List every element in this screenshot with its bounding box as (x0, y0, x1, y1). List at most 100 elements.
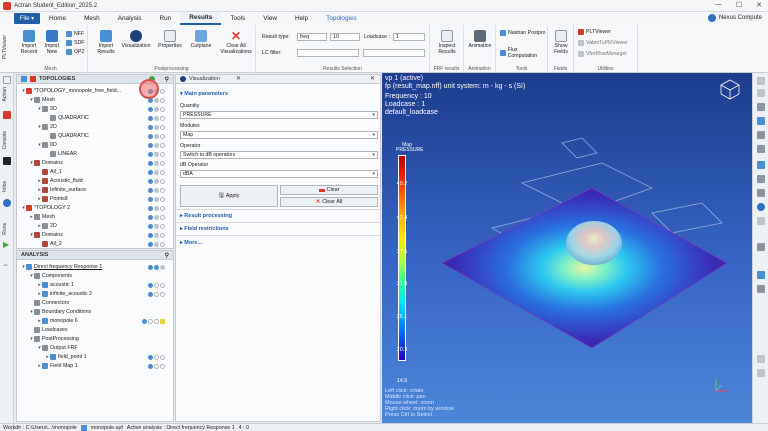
visibility-dot-icon[interactable] (148, 291, 153, 297)
visibility-dot-icon[interactable] (154, 214, 159, 220)
visibility-toggles[interactable] (148, 169, 165, 175)
visibility-dot-icon[interactable] (154, 178, 159, 184)
visibility-dot-icon[interactable] (154, 196, 159, 202)
tab-close-icon[interactable]: ✕ (236, 75, 241, 82)
tree-item[interactable]: ▸ field_point 1 (17, 353, 173, 361)
tree-item[interactable]: LINEAR (17, 150, 173, 158)
link-icon[interactable]: ⇔ (2, 262, 9, 269)
visibility-dot-icon[interactable] (148, 115, 153, 121)
tab-topologies[interactable]: Topologies (317, 12, 366, 25)
visibility-dot-icon[interactable] (154, 151, 159, 157)
visibility-dot-icon[interactable] (160, 97, 165, 103)
visibility-dot-icon[interactable] (160, 264, 165, 270)
visibility-dot-icon[interactable] (160, 205, 165, 211)
visibility-dot-icon[interactable] (142, 318, 147, 324)
layout-icon[interactable] (757, 271, 765, 279)
grid-icon[interactable] (757, 243, 765, 251)
visibility-dot-icon[interactable] (154, 124, 159, 130)
vtab-runs[interactable]: Runs (2, 223, 8, 235)
visibility-dot-icon[interactable] (154, 318, 159, 324)
visibility-dot-icon[interactable] (148, 264, 153, 270)
visibility-toggles[interactable] (148, 142, 165, 148)
visibility-toggles[interactable] (148, 160, 165, 166)
animation-button[interactable]: Animation (466, 30, 494, 49)
tab-mesh[interactable]: Mesh (75, 12, 109, 25)
lc-filter-input[interactable] (363, 49, 425, 57)
tab-home[interactable]: Home (40, 12, 75, 25)
front-view-icon[interactable] (757, 117, 765, 125)
show-fields-button[interactable]: Show Fields (550, 30, 572, 55)
operator-select[interactable]: Switch to dB operators (180, 151, 378, 159)
3d-viewport[interactable]: vp 1 (active) fp (result_map.nff) unit s… (382, 73, 752, 423)
visibility-dot-icon[interactable] (160, 187, 165, 193)
loadcase-select[interactable]: 1 (393, 33, 425, 41)
visibility-dot-icon[interactable] (154, 241, 159, 247)
lc-filter-select[interactable] (297, 49, 359, 57)
collapse-icon[interactable] (757, 369, 765, 377)
visibility-dot-icon[interactable] (154, 223, 159, 229)
inspect-results-button[interactable]: Inspect Results (432, 30, 462, 55)
close-icon[interactable]: ✕ (756, 1, 762, 9)
visibility-dot-icon[interactable] (160, 232, 165, 238)
expand-icon[interactable] (757, 355, 765, 363)
visibility-dot-icon[interactable] (160, 196, 165, 202)
visibility-toggles[interactable] (148, 232, 165, 238)
apply-button[interactable]: 🖫 Apply (180, 185, 278, 207)
visibility-dot-icon[interactable] (160, 223, 165, 229)
tree-item[interactable]: QUADRATIC (17, 114, 173, 122)
view-cube-icon[interactable] (718, 77, 742, 101)
visibility-dot-icon[interactable] (148, 205, 153, 211)
visibility-dot-icon[interactable] (148, 133, 153, 139)
visibility-toggles[interactable] (148, 178, 165, 184)
result-type-select[interactable]: freq (297, 33, 327, 41)
visualization-button[interactable]: Visualization (121, 30, 151, 49)
visibility-dot-icon[interactable] (154, 97, 159, 103)
nff-button[interactable]: NFF (66, 31, 84, 37)
visibility-dot-icon[interactable] (154, 115, 159, 121)
visibility-dot-icon[interactable] (148, 363, 153, 369)
visualization-tab[interactable]: Visualization ✕ ✕ (176, 75, 380, 84)
tree-item[interactable]: All_2 (17, 240, 173, 248)
zoom-icon[interactable] (757, 189, 765, 197)
maximize-icon[interactable]: ☐ (736, 1, 742, 9)
visibility-dot-icon[interactable] (154, 291, 159, 297)
tab-analysis[interactable]: Analysis (109, 12, 151, 25)
visibility-dot-icon[interactable] (148, 169, 153, 175)
pltviewer-icon[interactable] (3, 76, 11, 84)
visibility-dot-icon[interactable] (154, 264, 159, 270)
visibility-dot-icon[interactable] (160, 241, 165, 247)
visibility-dot-icon[interactable] (160, 115, 165, 121)
visibility-toggles[interactable] (148, 151, 165, 157)
import-recent-button[interactable]: Import Recent (18, 30, 40, 55)
pltviewer-button[interactable]: PLTViewer (578, 29, 611, 35)
visibility-toggles[interactable] (148, 223, 165, 229)
visibility-toggles[interactable] (148, 291, 165, 297)
tree-item[interactable]: ▾ Components (17, 272, 173, 280)
visibility-toggles[interactable] (148, 354, 165, 360)
visibility-dot-icon[interactable] (148, 106, 153, 112)
import-results-button[interactable]: Import Results (94, 30, 118, 55)
top-view-icon[interactable] (757, 145, 765, 153)
tree-item[interactable]: Connectors (17, 299, 173, 307)
visibility-dot-icon[interactable] (160, 214, 165, 220)
visibility-dot-icon[interactable] (160, 88, 165, 94)
pin-icon[interactable]: ⚲ (165, 252, 169, 259)
tree-item[interactable]: ▸ monopole 6 (17, 317, 173, 325)
field-restrictions-section[interactable]: ▸ Field restrictions (180, 226, 229, 232)
tab-help[interactable]: Help (286, 12, 317, 25)
tree-item[interactable]: ▾ Domains (17, 159, 173, 167)
tree-item[interactable]: ▾ Boundary Conditions (17, 308, 173, 316)
tree-item[interactable]: ▾ Domains (17, 231, 173, 239)
tree-item[interactable]: ▸ 2D (17, 222, 173, 230)
tree-item[interactable]: ▾ *TOPOLOGY 2 (17, 204, 173, 212)
visibility-dot-icon[interactable] (160, 124, 165, 130)
sdf-button[interactable]: SDF (66, 40, 84, 46)
vtab-infos[interactable]: Infos (2, 181, 8, 192)
vtab-console[interactable]: Console (2, 131, 8, 149)
db-operator-select[interactable]: dBA (180, 170, 378, 178)
tab-run[interactable]: Run (151, 12, 181, 25)
visibility-toggles[interactable] (148, 282, 165, 288)
visibility-dot-icon[interactable] (160, 282, 165, 288)
visibility-dot-icon[interactable] (154, 354, 159, 360)
side-view-icon[interactable] (757, 131, 765, 139)
